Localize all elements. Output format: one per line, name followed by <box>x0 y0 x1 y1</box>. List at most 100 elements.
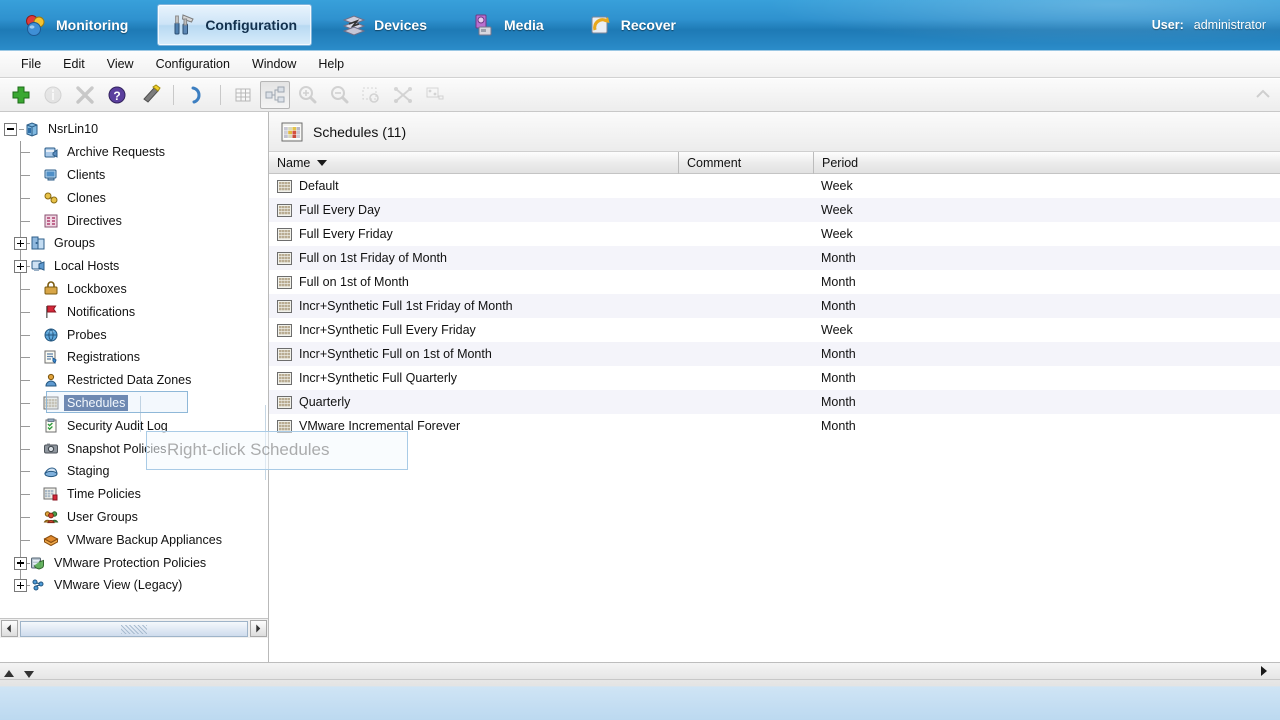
menu-view[interactable]: View <box>96 54 145 74</box>
find-button[interactable] <box>134 81 164 109</box>
menu-window[interactable]: Window <box>241 54 307 74</box>
refresh-button[interactable] <box>181 81 211 109</box>
table-view-button[interactable] <box>228 81 258 109</box>
top-navigation-bar: Monitoring Configuration Devices Media R… <box>0 0 1280 51</box>
tree-item-directives[interactable]: Directives <box>0 209 268 232</box>
column-header-period[interactable]: Period <box>813 151 1273 174</box>
table-row[interactable]: Default Week <box>269 174 1280 198</box>
tree-item-notifications[interactable]: Notifications <box>0 300 268 323</box>
zoom-in-button[interactable] <box>292 81 322 109</box>
expand-toggle-icon[interactable] <box>14 237 27 251</box>
nav-tab-media[interactable]: Media <box>456 4 559 46</box>
cell-name: Quarterly <box>269 395 678 409</box>
cell-name: Default <box>269 179 678 193</box>
tree-item-vmware-view-legacy[interactable]: VMware View (Legacy) <box>0 574 268 597</box>
table-row[interactable]: Full Every Day Week <box>269 198 1280 222</box>
tree-item-local-hosts[interactable]: Local Hosts <box>0 255 268 278</box>
hierarchy-view-icon <box>265 86 285 103</box>
properties-button[interactable] <box>38 81 68 109</box>
column-header-name[interactable]: Name <box>269 152 678 174</box>
tree-guide-branch <box>19 152 30 154</box>
menu-edit[interactable]: Edit <box>52 54 96 74</box>
tree-guide-branch <box>19 311 30 313</box>
schedules-icon <box>281 122 303 142</box>
nav-tab-recover[interactable]: Recover <box>573 4 691 46</box>
nav-tab-monitoring[interactable]: Monitoring <box>8 4 143 46</box>
table-row[interactable]: VMware Incremental Forever Month <box>269 414 1280 438</box>
toolbar-overflow-icon[interactable] <box>1254 86 1272 104</box>
sidebar-horizontal-scrollbar[interactable] <box>0 618 268 638</box>
tree-root-node[interactable]: NsrLin10 <box>0 118 268 141</box>
diagram-button[interactable] <box>388 81 418 109</box>
zoom-out-button[interactable] <box>324 81 354 109</box>
tree-item-label: Clones <box>67 190 106 205</box>
table-row[interactable]: Quarterly Month <box>269 390 1280 414</box>
info-icon <box>44 86 62 104</box>
nav-tab-label: Recover <box>620 17 676 33</box>
layout-button[interactable] <box>420 81 450 109</box>
table-row[interactable]: Incr+Synthetic Full on 1st of Month Month <box>269 342 1280 366</box>
cell-name-text: Full Every Day <box>299 203 381 217</box>
tree-guide-branch <box>19 425 30 427</box>
tree-item-vmware-backup-appliances[interactable]: VMware Backup Appliances <box>0 528 268 551</box>
tree-item-label: Archive Requests <box>67 145 165 160</box>
help-button[interactable]: ? <box>102 81 132 109</box>
menu-file[interactable]: File <box>10 54 52 74</box>
tree-item-groups[interactable]: Groups <box>0 232 268 255</box>
table-row[interactable]: Full on 1st Friday of Month Month <box>269 246 1280 270</box>
security-audit-log-icon <box>43 418 59 434</box>
scroll-left-button[interactable] <box>1 620 18 637</box>
nav-tab-configuration[interactable]: Configuration <box>157 4 313 46</box>
status-expand-icon[interactable] <box>1258 664 1270 681</box>
tree-item-restricted-data-zones[interactable]: Restricted Data Zones <box>0 369 268 392</box>
cell-name-text: Quarterly <box>299 395 351 409</box>
cell-name-text: Full on 1st Friday of Month <box>299 251 447 265</box>
tree-item-clones[interactable]: Clones <box>0 186 268 209</box>
cell-name-text: Incr+Synthetic Full Quarterly <box>299 371 458 385</box>
tree-item-archive-requests[interactable]: Archive Requests <box>0 141 268 164</box>
table-row[interactable]: Full Every Friday Week <box>269 222 1280 246</box>
tree-item-probes[interactable]: Probes <box>0 323 268 346</box>
table-row[interactable]: Incr+Synthetic Full Quarterly Month <box>269 366 1280 390</box>
delete-button[interactable] <box>70 81 100 109</box>
cell-period: Week <box>821 227 853 241</box>
cell-period: Week <box>821 179 853 193</box>
tree-item-registrations[interactable]: Registrations <box>0 346 268 369</box>
scrollbar-thumb[interactable] <box>20 620 248 637</box>
column-header-label: Comment <box>687 155 742 170</box>
menu-configuration[interactable]: Configuration <box>145 54 241 74</box>
vmware-view-icon <box>30 577 46 593</box>
tree-item-clients[interactable]: Clients <box>0 164 268 187</box>
expand-toggle-icon[interactable] <box>14 579 27 593</box>
tree-item-vmware-protection-policies[interactable]: VMware Protection Policies <box>0 551 268 574</box>
tree-item-user-groups[interactable]: User Groups <box>0 506 268 529</box>
expand-toggle-icon[interactable] <box>14 260 27 274</box>
hierarchy-view-button[interactable] <box>260 81 290 109</box>
tree-item-time-policies[interactable]: Time Policies <box>0 483 268 506</box>
collapse-toggle-icon[interactable] <box>4 122 17 136</box>
menu-help[interactable]: Help <box>307 54 355 74</box>
nav-tab-devices[interactable]: Devices <box>326 4 442 46</box>
archive-requests-icon <box>43 144 59 160</box>
add-button[interactable] <box>6 81 36 109</box>
column-header-comment[interactable]: Comment <box>678 151 813 174</box>
tree-guide-branch <box>19 174 30 176</box>
table-row[interactable]: Incr+Synthetic Full 1st Friday of Month M… <box>269 294 1280 318</box>
staging-icon <box>43 463 59 479</box>
device-stack-icon <box>341 12 367 38</box>
help-icon: ? <box>108 86 126 104</box>
table-row[interactable]: Incr+Synthetic Full Every Friday Week <box>269 318 1280 342</box>
tree-item-label: Clients <box>67 167 106 182</box>
scroll-right-button[interactable] <box>250 620 267 637</box>
sidebar-scroll-steppers[interactable] <box>2 669 36 679</box>
zoom-fit-button[interactable] <box>356 81 386 109</box>
notifications-icon <box>43 304 59 320</box>
tree-item-lockboxes[interactable]: Lockboxes <box>0 278 268 301</box>
expand-toggle-icon[interactable] <box>14 556 27 570</box>
table-row[interactable]: Full on 1st of Month Month <box>269 270 1280 294</box>
